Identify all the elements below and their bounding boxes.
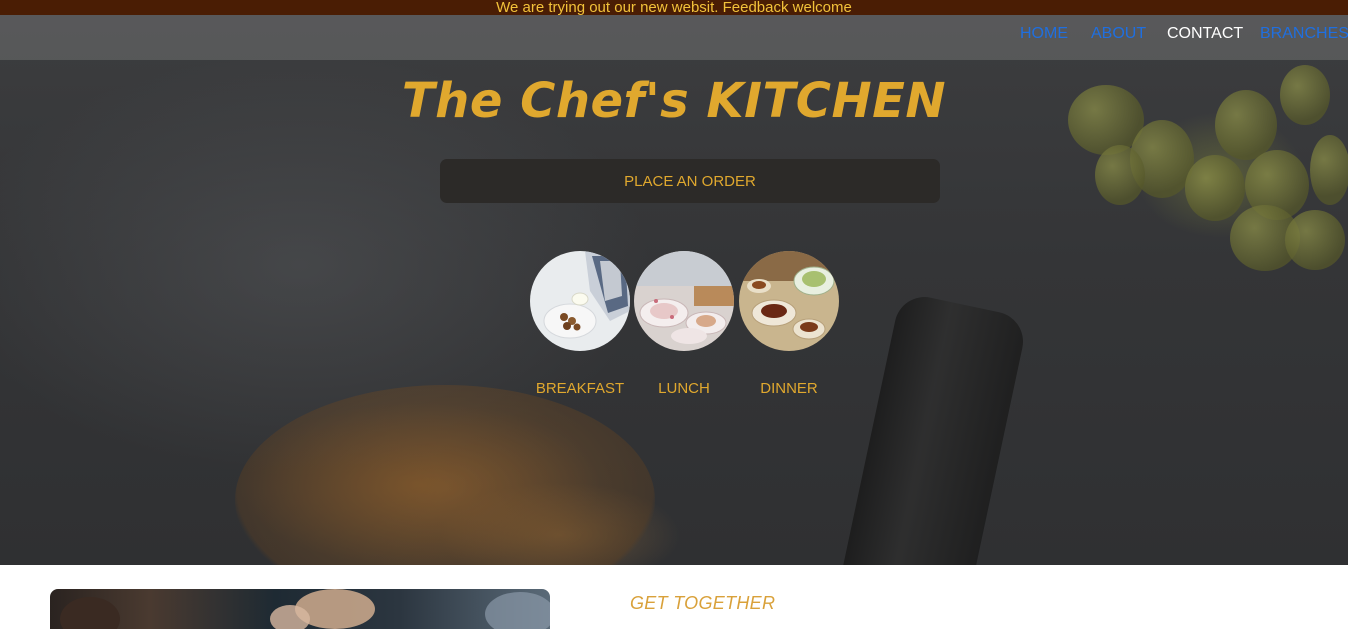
page-title: The Chef's KITCHEN (401, 73, 947, 129)
top-navbar: HOME ABOUT CONTACT BRANCHES (0, 15, 1348, 60)
meal-option-breakfast[interactable]: BREAKFAST (530, 251, 630, 397)
cheese-board-decoration (235, 385, 655, 565)
nav-branches-link[interactable]: BRANCHES (1260, 25, 1348, 43)
breakfast-image[interactable] (530, 251, 630, 351)
hero-section: HOME ABOUT CONTACT BRANCHES The Chef's K… (0, 15, 1348, 565)
meal-option-lunch[interactable]: LUNCH (634, 251, 734, 397)
nav-home-link[interactable]: HOME (1020, 25, 1068, 43)
lunch-image[interactable] (634, 251, 734, 351)
nav-about-link[interactable]: ABOUT (1091, 25, 1146, 43)
nav-contact-link[interactable]: CONTACT (1167, 25, 1243, 43)
meal-option-dinner[interactable]: DINNER (739, 251, 839, 397)
dinner-image[interactable] (739, 251, 839, 351)
bottle-decoration (839, 291, 1029, 565)
get-together-heading: GET TOGETHER (630, 593, 776, 613)
place-order-button[interactable]: PLACE AN ORDER (440, 159, 940, 203)
dinner-label[interactable]: DINNER (719, 380, 859, 397)
announcement-banner: We are trying out our new websit. Feedba… (0, 0, 1348, 15)
get-together-image (50, 589, 550, 629)
